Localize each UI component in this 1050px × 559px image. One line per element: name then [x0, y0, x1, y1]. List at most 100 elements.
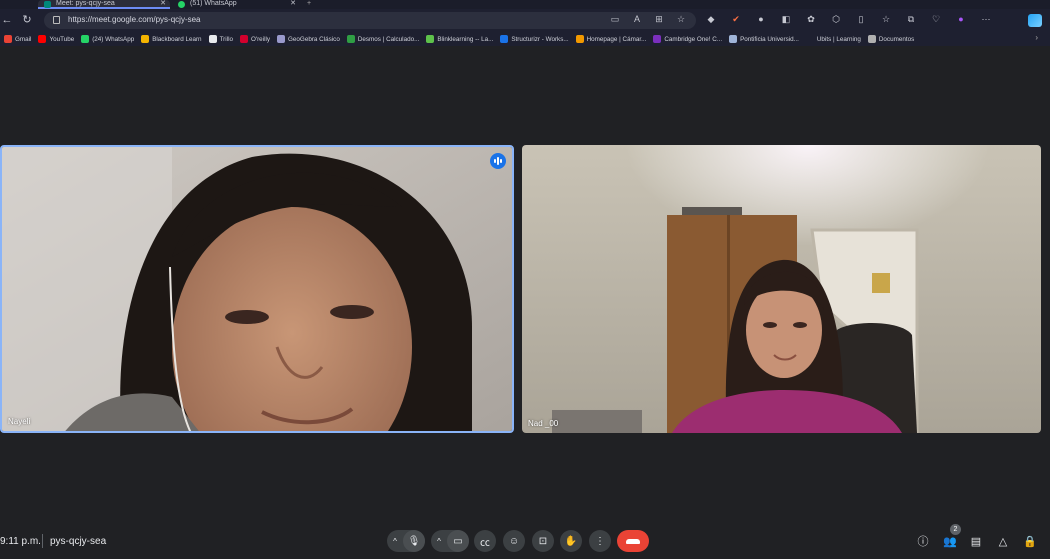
video-tile-nayeli[interactable]: Nayeli: [0, 145, 514, 433]
url-text: https://meet.google.com/pys-qcjy-sea: [68, 15, 201, 24]
bookmark-label: Blinklearning -- La...: [437, 35, 494, 43]
bookmark-item[interactable]: Trillo: [207, 35, 238, 43]
meeting-code: pys-qcjy-sea: [50, 536, 107, 547]
bookmark-label: (24) WhatsApp: [92, 35, 135, 43]
close-tab-icon[interactable]: ✕: [160, 0, 166, 8]
bookmark-label: Documentos: [878, 35, 915, 43]
microphone-control[interactable]: ^ 🎙: [387, 530, 425, 552]
bookmark-item[interactable]: Ubits | Learning: [804, 35, 866, 43]
bookmarks-bar: Gmail YouTube (24) WhatsApp Blackboard Lear…: [0, 32, 1050, 46]
bookmark-item[interactable]: Homepage | Cámar...: [574, 35, 652, 43]
tab-title: Meet: pys-qcjy-sea: [56, 0, 115, 7]
bookmark-label: Trillo: [219, 35, 233, 43]
microphone-icon[interactable]: 🎙: [403, 530, 425, 552]
tab-whatsapp[interactable]: (51) WhatsApp ✕: [172, 0, 300, 9]
bookmark-item[interactable]: YouTube: [36, 35, 79, 43]
extension-icon[interactable]: ●: [753, 14, 769, 25]
back-icon[interactable]: ←: [0, 13, 14, 27]
more-options-button[interactable]: ⋮: [589, 530, 611, 552]
bookmark-favicon-icon: [38, 35, 47, 43]
host-controls-icon[interactable]: 🔒: [1022, 534, 1038, 550]
reload-icon[interactable]: ↻: [20, 13, 34, 27]
tab-strip: Meet: pys-qcjy-sea ✕ (51) WhatsApp ✕ +: [0, 0, 1050, 9]
settings-more-icon[interactable]: ⋯: [978, 14, 994, 25]
extension-icon[interactable]: ⬡: [828, 14, 844, 25]
bookmark-label: Gmail: [15, 35, 32, 43]
bookmark-label: Desmos | Calculado...: [357, 35, 420, 43]
camera-control[interactable]: ^ ▭: [431, 530, 469, 552]
copilot-icon[interactable]: [1028, 14, 1042, 27]
participant-video: [2, 147, 512, 431]
bookmark-item[interactable]: Blackboard Learn: [139, 35, 206, 43]
extension-icon[interactable]: ✿: [803, 14, 819, 25]
bookmark-item[interactable]: (24) WhatsApp: [79, 35, 139, 43]
browser-essentials-icon[interactable]: ♡: [928, 14, 944, 25]
meet-controls-bar: 9:11 p.m. pys-qcjy-sea ^ 🎙 ^ ▭ ㏄ ☺ ⊡ ✋ ⋮…: [0, 524, 1050, 559]
favorite-star-icon[interactable]: ☆: [674, 14, 688, 25]
speaking-indicator-icon: [490, 153, 506, 169]
bookmark-favicon-icon: [805, 35, 814, 43]
bookmark-favicon-icon: [346, 35, 355, 43]
raise-hand-button[interactable]: ✋: [560, 530, 582, 552]
chevron-up-icon[interactable]: ^: [431, 537, 447, 546]
bookmark-item[interactable]: O'reilly: [238, 35, 275, 43]
emoji-reactions-button[interactable]: ☺: [503, 530, 525, 552]
bookmark-label: YouTube: [49, 35, 75, 43]
bookmark-item[interactable]: Desmos | Calculado...: [345, 35, 424, 43]
camera-in-use-icon[interactable]: ▭: [608, 14, 622, 25]
leave-call-button[interactable]: [617, 530, 649, 552]
bookmark-label: Blackboard Learn: [152, 35, 202, 43]
bookmark-label: GeoGebra Clásico: [288, 35, 340, 43]
bookmark-item[interactable]: Blinklearning -- La...: [424, 35, 498, 43]
camera-icon[interactable]: ▭: [447, 530, 469, 552]
bookmark-item[interactable]: Structurizr - Works...: [498, 35, 573, 43]
bookmark-label: Homepage | Cámar...: [586, 35, 647, 43]
split-screen-icon[interactable]: ▯: [853, 14, 869, 25]
extension-icon[interactable]: ✔: [728, 14, 744, 25]
bookmark-label: Cambridge One! C...: [664, 35, 723, 43]
chat-icon[interactable]: ▤: [968, 534, 984, 550]
divider: [42, 534, 43, 548]
bookmark-favicon-icon: [4, 35, 12, 43]
lock-icon: [53, 16, 60, 24]
meeting-time: 9:11 p.m.: [0, 536, 41, 547]
bookmark-item[interactable]: Pontificia Universid...: [727, 35, 804, 43]
browser-toolbar: ← ↻ https://meet.google.com/pys-qcjy-sea…: [0, 9, 1050, 32]
meeting-details-icon[interactable]: ⓘ: [915, 534, 931, 550]
extensions-area: ◆ ✔ ● ◧ ✿ ⬡ ▯ ☆ ⧉ ♡ ● ⋯: [703, 14, 994, 25]
bookmark-label: Pontificia Universid...: [740, 35, 799, 43]
whatsapp-favicon-icon: [178, 1, 185, 8]
address-bar[interactable]: https://meet.google.com/pys-qcjy-sea ▭ A…: [44, 12, 696, 29]
bookmark-label: O'reilly: [250, 35, 271, 43]
bookmark-favicon-icon: [208, 35, 217, 43]
bookmark-favicon-icon: [426, 35, 435, 43]
video-tile-nad[interactable]: Nad _00: [522, 145, 1041, 433]
read-aloud-icon[interactable]: A: [630, 14, 644, 25]
profile-avatar[interactable]: ●: [953, 14, 969, 25]
bookmark-favicon-icon: [141, 35, 150, 43]
hang-up-icon: [626, 538, 640, 544]
favorites-icon[interactable]: ☆: [878, 14, 894, 25]
meet-favicon-icon: [44, 1, 51, 8]
bookmark-item[interactable]: GeoGebra Clásico: [275, 35, 345, 43]
bookmark-item[interactable]: Gmail: [2, 35, 36, 43]
participant-video: [522, 145, 1041, 433]
bookmark-item[interactable]: Cambridge One! C...: [651, 35, 727, 43]
app-available-icon[interactable]: ⊞: [652, 14, 666, 25]
tab-meet[interactable]: Meet: pys-qcjy-sea ✕: [38, 0, 170, 9]
present-screen-button[interactable]: ⊡: [532, 530, 554, 552]
new-tab-button[interactable]: +: [305, 0, 317, 9]
captions-button[interactable]: ㏄: [474, 530, 496, 552]
people-icon[interactable]: 👥: [942, 534, 958, 550]
participant-name: Nayeli: [8, 417, 31, 426]
close-tab-icon[interactable]: ✕: [290, 0, 296, 8]
chevron-up-icon[interactable]: ^: [387, 537, 403, 546]
extension-icon[interactable]: ◧: [778, 14, 794, 25]
bookmark-item[interactable]: Documentos: [866, 35, 919, 43]
more-bookmarks-chevron-icon[interactable]: ›: [1035, 33, 1038, 42]
participant-name: Nad _00: [528, 419, 559, 428]
bookmark-favicon-icon: [81, 35, 90, 43]
extension-icon[interactable]: ◆: [703, 14, 719, 25]
collections-icon[interactable]: ⧉: [903, 14, 919, 25]
activities-icon[interactable]: △: [995, 534, 1011, 550]
